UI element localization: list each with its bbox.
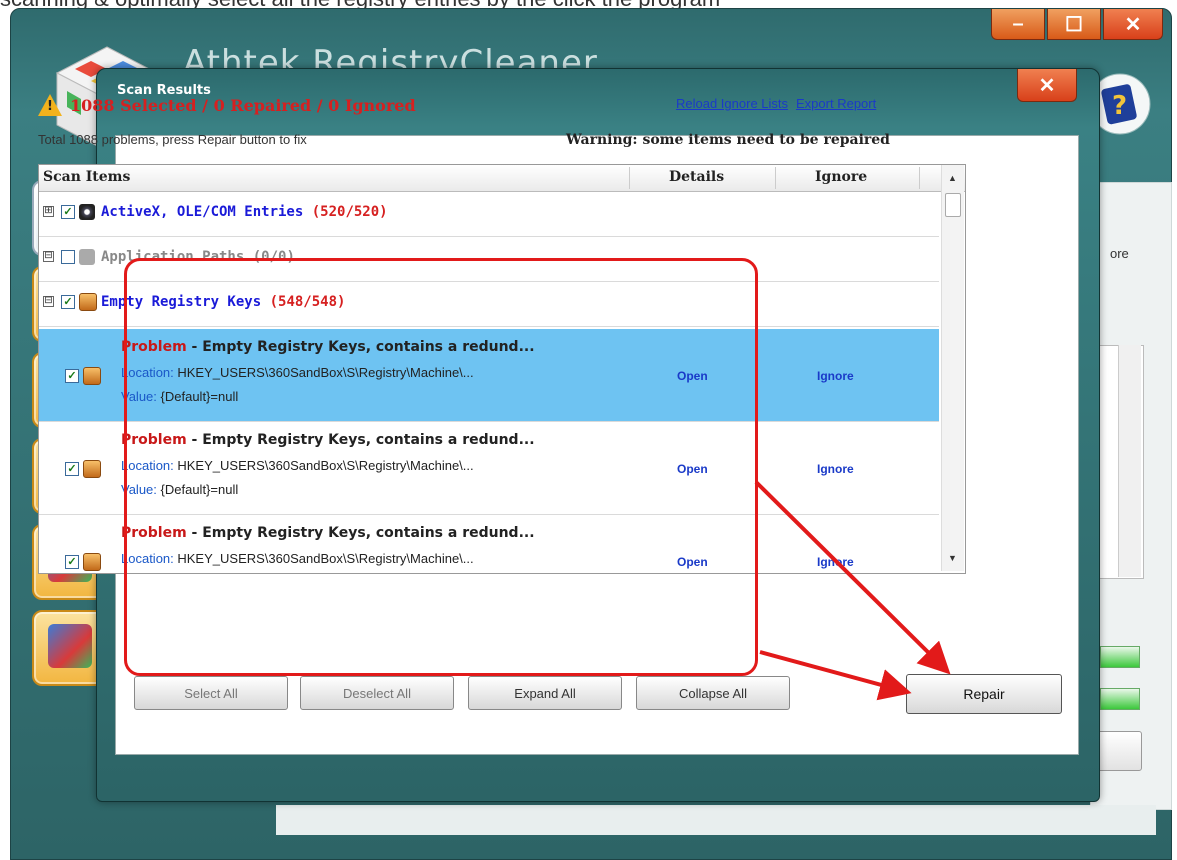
background-scrollbar[interactable] xyxy=(1118,345,1141,577)
problem-text: Problem - Empty Registry Keys, contains … xyxy=(121,339,535,355)
scroll-up-icon[interactable]: ▲ xyxy=(948,173,957,183)
column-details[interactable]: Details xyxy=(669,169,724,185)
column-ignore[interactable]: Ignore xyxy=(815,169,867,185)
maximize-button[interactable]: ☐ xyxy=(1047,9,1101,40)
application-paths-icon xyxy=(79,249,95,265)
background-progress-bar xyxy=(1100,646,1140,668)
warning-icon: ! xyxy=(38,94,62,116)
reload-ignore-lists-link[interactable]: Reload Ignore Lists xyxy=(676,96,788,111)
location-text: Location: HKEY_USERS\360SandBox\S\Regist… xyxy=(121,458,474,473)
background-button[interactable] xyxy=(1094,731,1142,771)
scroll-thumb[interactable] xyxy=(945,193,961,217)
category-row[interactable]: ⊞ ✓ ActiveX, OLE/COM Entries (520/520) xyxy=(39,191,939,237)
deselect-all-button[interactable]: Deselect All xyxy=(300,676,454,710)
scan-item-row[interactable]: ✓ Problem - Empty Registry Keys, contain… xyxy=(39,515,939,573)
collapse-icon[interactable]: ⊟ xyxy=(43,296,54,307)
category-checkbox[interactable] xyxy=(61,250,75,264)
ignore-link[interactable]: Ignore xyxy=(817,369,854,383)
close-button[interactable]: ✕ xyxy=(1103,9,1163,40)
location-text: Location: HKEY_USERS\360SandBox\S\Regist… xyxy=(121,551,474,566)
registry-key-icon xyxy=(83,460,101,478)
category-row[interactable]: ⊟ Application Paths (0/0) xyxy=(39,236,939,282)
expand-all-button[interactable]: Expand All xyxy=(468,676,622,710)
category-label: ActiveX, OLE/COM Entries (520/520) xyxy=(101,204,388,220)
background-panel-text: ore xyxy=(1110,246,1129,261)
problem-text: Problem - Empty Registry Keys, contains … xyxy=(121,432,535,448)
repair-button[interactable]: Repair xyxy=(906,674,1062,714)
warning-text: Warning: some items need to be repaired xyxy=(566,132,890,148)
window-controls: – ☐ ✕ xyxy=(991,9,1163,40)
item-checkbox[interactable]: ✓ xyxy=(65,555,79,569)
collapse-icon[interactable]: ⊟ xyxy=(43,251,54,262)
scan-item-row[interactable]: ✓ Problem - Empty Registry Keys, contain… xyxy=(39,422,939,515)
scan-items-table: Scan Items Details Ignore ⊞ ✓ ActiveX, O… xyxy=(38,164,966,574)
registry-key-icon xyxy=(83,367,101,385)
open-link[interactable]: Open xyxy=(677,462,708,476)
activex-icon xyxy=(79,204,95,220)
background-strip xyxy=(276,805,1156,835)
empty-keys-icon xyxy=(79,293,97,311)
table-body: ⊞ ✓ ActiveX, OLE/COM Entries (520/520) ⊟… xyxy=(39,191,939,573)
category-checkbox[interactable]: ✓ xyxy=(61,205,75,219)
item-checkbox[interactable]: ✓ xyxy=(65,369,79,383)
report-links: Reload Ignore Lists Export Report xyxy=(676,96,876,111)
column-scan-items[interactable]: Scan Items xyxy=(43,169,130,185)
table-header: Scan Items Details Ignore xyxy=(39,165,965,192)
item-checkbox[interactable]: ✓ xyxy=(65,462,79,476)
category-row[interactable]: ⊟ ✓ Empty Registry Keys (548/548) xyxy=(39,281,939,327)
table-scrollbar[interactable]: ▲ ▼ xyxy=(941,165,964,571)
svg-text:?: ? xyxy=(1112,91,1127,121)
scan-summary: ! 1088 Selected / 0 Repaired / 0 Ignored xyxy=(38,94,416,116)
problems-info: Total 1088 problems, press Repair button… xyxy=(38,132,307,147)
dialog-close-button[interactable]: ✕ xyxy=(1017,69,1077,102)
scroll-down-icon[interactable]: ▼ xyxy=(948,553,957,563)
background-progress-bar xyxy=(1100,688,1140,710)
summary-text: 1088 Selected / 0 Repaired / 0 Ignored xyxy=(70,95,416,115)
problem-text: Problem - Empty Registry Keys, contains … xyxy=(121,525,535,541)
open-link[interactable]: Open xyxy=(677,555,708,569)
open-link[interactable]: Open xyxy=(677,369,708,383)
expand-icon[interactable]: ⊞ xyxy=(43,206,54,217)
registry-key-icon xyxy=(83,553,101,571)
scan-item-row[interactable]: ✓ Problem - Empty Registry Keys, contain… xyxy=(39,329,939,422)
settings-icon xyxy=(48,624,92,668)
collapse-all-button[interactable]: Collapse All xyxy=(636,676,790,710)
select-all-button[interactable]: Select All xyxy=(134,676,288,710)
minimize-button[interactable]: – xyxy=(991,9,1045,40)
export-report-link[interactable]: Export Report xyxy=(796,96,876,111)
value-text: Value: {Default}=null xyxy=(121,389,239,404)
ignore-link[interactable]: Ignore xyxy=(817,555,854,569)
value-text: Value: {Default}=null xyxy=(121,482,239,497)
ignore-link[interactable]: Ignore xyxy=(817,462,854,476)
category-label: Application Paths (0/0) xyxy=(101,249,295,265)
category-checkbox[interactable]: ✓ xyxy=(61,295,75,309)
location-text: Location: HKEY_USERS\360SandBox\S\Regist… xyxy=(121,365,474,380)
category-label: Empty Registry Keys (548/548) xyxy=(101,294,346,310)
